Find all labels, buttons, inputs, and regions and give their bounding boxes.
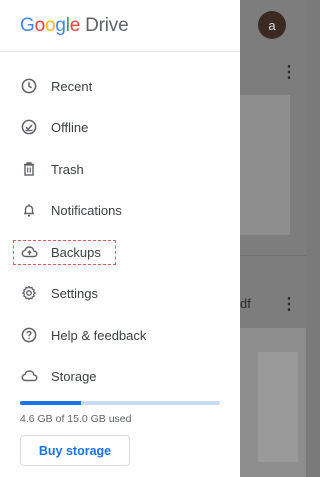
bell-icon [20, 201, 38, 219]
menu-label: Storage [51, 368, 97, 384]
menu-label: Help & feedback [51, 327, 147, 343]
menu-item-trash[interactable]: Trash [0, 151, 240, 187]
more-options-icon[interactable]: ⋮ [281, 294, 297, 314]
menu-item-offline[interactable]: Offline [0, 109, 240, 145]
buy-storage-button[interactable]: Buy storage [20, 435, 130, 466]
google-drive-logo: Google Drive [20, 14, 129, 37]
menu-label: Settings [51, 285, 98, 301]
logo-google-text: Google [20, 14, 81, 36]
avatar-letter: a [268, 17, 276, 33]
help-icon [20, 326, 38, 344]
logo-drive-text: Drive [85, 14, 129, 36]
divider [240, 255, 306, 256]
clock-icon [20, 77, 38, 95]
drawer-header: Google Drive [0, 0, 240, 52]
backups-highlight-box [13, 240, 116, 265]
menu-label: Notifications [51, 202, 122, 218]
menu-label: Offline [51, 119, 89, 135]
storage-used-text: 4.6 GB of 15.0 GB used [20, 413, 132, 425]
cloud-icon [20, 367, 38, 385]
offline-check-icon [20, 118, 38, 136]
navigation-drawer: Google Drive Recent Offline Trash Notific… [0, 0, 240, 477]
more-options-icon[interactable]: ⋮ [281, 62, 297, 82]
menu-item-recent[interactable]: Recent [0, 68, 240, 104]
file-thumbnail-inner [258, 352, 298, 462]
menu-item-settings[interactable]: Settings [0, 275, 240, 311]
menu-item-help-feedback[interactable]: Help & feedback [0, 317, 240, 353]
file-name: df [240, 296, 251, 311]
menu-item-storage[interactable]: Storage [0, 358, 240, 394]
menu-label: Trash [51, 161, 84, 177]
gear-icon [20, 284, 38, 302]
trash-icon [20, 160, 38, 178]
file-thumbnail [240, 95, 290, 235]
storage-progress-bar [20, 401, 220, 405]
menu-item-notifications[interactable]: Notifications [0, 192, 240, 228]
storage-progress-fill [20, 401, 82, 405]
menu-label: Recent [51, 78, 93, 94]
avatar[interactable]: a [258, 11, 286, 39]
